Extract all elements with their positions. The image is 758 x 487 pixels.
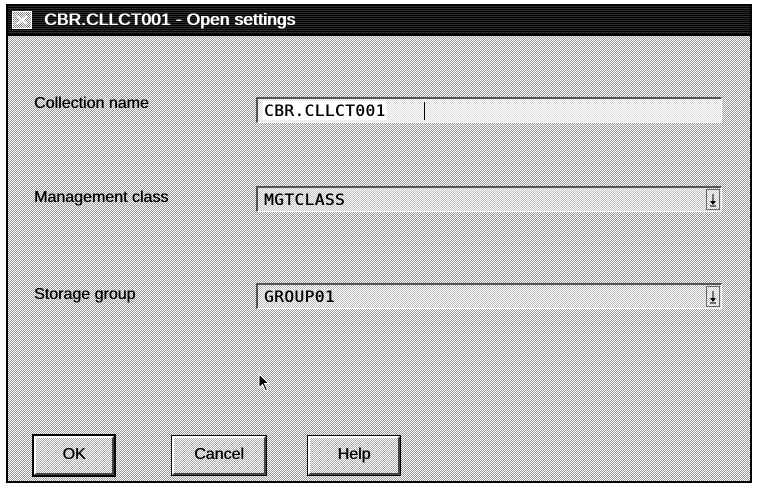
storage-group-label: Storage group — [34, 286, 136, 303]
management-class-combobox[interactable]: MGTCLASS — [256, 186, 722, 212]
dropdown-arrow-icon — [710, 291, 716, 304]
title-bar[interactable]: CBR.CLLCT001 - Open settings — [8, 6, 750, 36]
collection-name-field[interactable]: CBR.CLLCT001 — [256, 97, 722, 123]
text-cursor — [424, 102, 425, 120]
window-title: CBR.CLLCT001 - Open settings — [44, 10, 296, 29]
storage-group-dropdown-button[interactable] — [706, 286, 720, 307]
dropdown-arrow-icon — [710, 194, 716, 207]
collection-name-value: CBR.CLLCT001 — [263, 101, 387, 120]
management-class-dropdown-button[interactable] — [706, 189, 720, 210]
system-menu-icon[interactable] — [12, 11, 32, 29]
mouse-pointer-icon — [258, 372, 272, 398]
management-class-value: MGTCLASS — [264, 190, 346, 209]
collection-name-label: Collection name — [34, 95, 149, 112]
cancel-button[interactable]: Cancel — [171, 435, 267, 476]
help-button[interactable]: Help — [307, 435, 401, 476]
storage-group-value: GROUP01 — [264, 287, 335, 306]
ok-button[interactable]: OK — [32, 434, 116, 477]
management-class-label: Management class — [34, 189, 169, 206]
storage-group-combobox[interactable]: GROUP01 — [256, 283, 722, 309]
open-settings-dialog: CBR.CLLCT001 - Open settings Collection … — [6, 4, 752, 483]
